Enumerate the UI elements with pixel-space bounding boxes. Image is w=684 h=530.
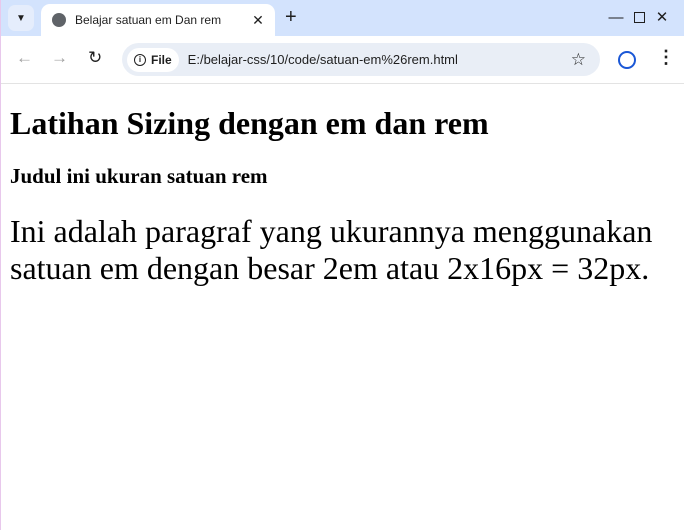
page-content: Latihan Sizing dengan em dan rem Judul i…: [10, 84, 680, 287]
scheme-label: File: [151, 52, 172, 67]
profile-icon[interactable]: [618, 51, 636, 69]
paragraph: Ini adalah paragraf yang ukurannya mengg…: [10, 213, 653, 286]
forward-button[interactable]: →: [51, 48, 68, 68]
tab-title: Belajar satuan em Dan rem: [75, 13, 222, 27]
close-window-button[interactable]: ✕: [639, 4, 684, 30]
tab-strip: ▼ Belajar satuan em Dan rem ✕ + — ✕: [1, 0, 684, 36]
chevron-down-icon: ▼: [16, 12, 26, 24]
reload-button[interactable]: ↻: [88, 48, 102, 68]
back-button[interactable]: ←: [16, 48, 33, 68]
globe-icon: [52, 13, 66, 27]
bookmark-star-icon[interactable]: ☆: [571, 50, 586, 70]
info-icon: i: [134, 53, 146, 66]
more-menu-icon[interactable]: ⋮: [657, 47, 675, 68]
sub-heading: Judul ini ukuran satuan rem: [10, 164, 268, 188]
address-bar[interactable]: i File E:/belajar-css/10/code/satuan-em%2…: [122, 43, 600, 76]
new-tab-button[interactable]: +: [285, 6, 297, 29]
url-text[interactable]: E:/belajar-css/10/code/satuan-em%26rem.h…: [188, 52, 571, 67]
tab-active[interactable]: Belajar satuan em Dan rem ✕: [41, 4, 275, 36]
toolbar: ← → ↻ i File E:/belajar-css/10/code/satua…: [1, 36, 684, 84]
site-info-chip[interactable]: i File: [127, 47, 179, 72]
tab-search-button[interactable]: ▼: [8, 5, 34, 31]
close-tab-icon[interactable]: ✕: [247, 12, 269, 29]
page-heading: Latihan Sizing dengan em dan rem: [10, 105, 489, 141]
